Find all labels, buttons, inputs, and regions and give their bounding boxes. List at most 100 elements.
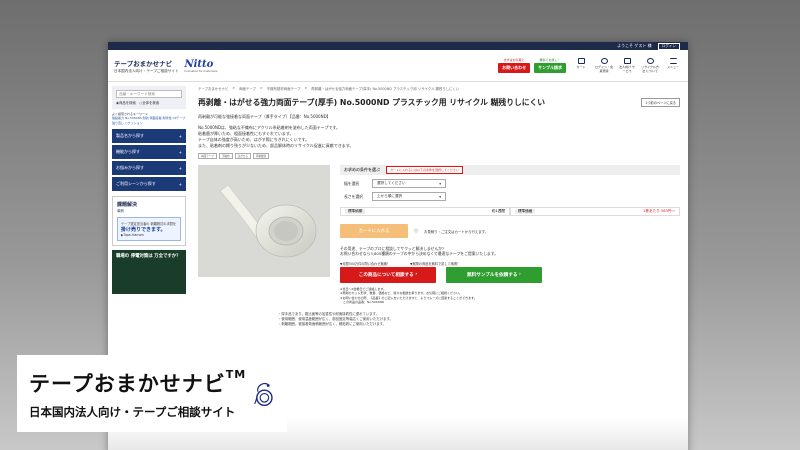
caret-down-icon: ▾ [439, 181, 441, 186]
site-header: テープおまかせナビ 日本国内法人向け・テープご相談サイト Nitto Innov… [108, 50, 688, 82]
credit-banner[interactable]: テープ選定担当者の 剥離検討の手間を 掛け売りできます。 ▶Tape-Hanse… [117, 217, 181, 242]
sidebar-item-scene[interactable]: ご利用シーンから探す + [112, 177, 186, 192]
header-icon-label: リサイクル方法 について [641, 65, 659, 73]
back-button[interactable]: 1つ前のページに戻る [641, 98, 680, 107]
product-image [198, 165, 330, 277]
width-select-value: 選択してください [377, 181, 406, 185]
page-title: 再剥離・はがせる強力両面テープ(厚手) No.5000ND プラスチック用 リサ… [198, 98, 546, 107]
header-menu[interactable]: メニュー [664, 58, 682, 73]
product-content: お求めの条件を選ぶ カートに入れるには以下の条件を選択してください 幅を選択 選… [198, 165, 680, 304]
consult-product-button[interactable]: この商品について相談する › [340, 266, 436, 283]
header-icon-label: ログイン・会員登録 [595, 65, 614, 73]
add-to-cart-button[interactable]: カートに入れる [340, 224, 408, 238]
condition-header: お求めの条件を選ぶ カートに入れるには以下の条件を選択してください [340, 165, 680, 175]
nitto-tagline: Innovation for Customers [184, 69, 218, 73]
site-subtitle: 日本国内法人向け・テープご相談サイト [114, 68, 179, 73]
order-panel: お求めの条件を選ぶ カートに入れるには以下の条件を選択してください 幅を選択 選… [340, 165, 680, 304]
consult-line: お問い合わせなら3,800種類のテープの中から決めなくて最適なテープをご提案いた… [340, 251, 498, 257]
tag[interactable]: はがせる [234, 153, 251, 159]
header-company[interactable]: 法人向け サービス [618, 58, 636, 73]
sidebar-item-function[interactable]: 機能から探す + [112, 145, 186, 160]
feature-list: ・厚手品であり、粗比面等の加重性や耐面接着性に優れています。 ・使用範囲、使用温… [198, 312, 680, 327]
chevron-right-icon: › [519, 272, 521, 278]
width-row: 幅を選択 選択してください ▾ [340, 179, 680, 188]
lead-time-label: 標準納期 [345, 209, 366, 214]
overlay-logo-text: テープおまかせナビTM 日本国内法人向け・テープご相談サイト [29, 368, 246, 420]
plus-icon: + [178, 149, 182, 155]
case-study-title: 課題解決 [117, 202, 138, 209]
header-icons: カート ログイン・会員登録 法人向け サービス リサイクル方法 について メニュ… [572, 58, 682, 73]
sidebar-item-label: 機能から探す [116, 149, 140, 155]
consult-cta-wrap: まずはお気軽に お問い合わせ [498, 58, 531, 73]
product-spec: 再剥離が可能な強接着な両面テープ（厚手タイプ）【品番：No.5000ND】 [198, 114, 331, 119]
request-sample-button[interactable]: 無料サンプルを依頼する › [446, 266, 542, 283]
tag[interactable]: 両面テープ [198, 153, 217, 159]
condition-note: カートに入れるには以下の条件を選択してください [386, 166, 463, 174]
breadcrumb-sep: > [304, 86, 308, 90]
consult-label: ▼月間500万件の問い合わせ実績！ [340, 261, 390, 266]
header-recycle[interactable]: リサイクル方法 について [641, 58, 659, 73]
header-icon-label: 法人向け サービス [619, 65, 635, 73]
consult-product-label: この商品について相談する [358, 272, 414, 278]
login-button[interactable]: ログイン [657, 42, 680, 50]
overlay-logo-card: テープおまかせナビTM 日本国内法人向け・テープご相談サイト [17, 355, 287, 432]
tape-mascot-icon [254, 382, 273, 406]
condition-title: お求めの条件を選ぶ [344, 167, 380, 172]
caret-down-icon: ▾ [439, 194, 441, 199]
length-row: 長さを選択 上から順に選択 ▾ [340, 192, 680, 201]
sample-cta-note: 無料でお試し！ [539, 58, 561, 62]
chevron-right-icon: › [415, 272, 418, 278]
breadcrumb-double-sided[interactable]: 両面テープ [239, 86, 256, 91]
tag[interactable]: 不織布 [218, 153, 233, 159]
case-study-sub: 事例 [117, 209, 124, 214]
product-tags: 両面テープ 不織布 はがせる 再剥離性 [198, 153, 680, 159]
credit-banner-big: 掛け売りできます。 [121, 227, 166, 234]
site-title: テープおまかせナビ [114, 59, 173, 68]
login-icon [600, 58, 608, 64]
site-logo[interactable]: テープおまかせナビ 日本国内法人向け・テープご相談サイト [114, 58, 178, 74]
sidebar-item-label: お悩みから探す [116, 165, 144, 171]
cart-row: カートに入れる ⓘ お見積り・ご注文はカートから行えます。 [340, 224, 680, 238]
nitto-logo[interactable]: Nitto [184, 59, 217, 70]
dual-labels: ▼月間500万件の問い合わせ実績！ ▼実際の商品を無料で試して納得！ [340, 261, 680, 266]
popular-keywords: よく検索されるキーワード 強粘着力 No.5000NS 耐熱 両面接着 耐寒性 … [112, 112, 186, 125]
price: 標準価格 1巻あたり 563円〜 [510, 207, 680, 216]
length-select[interactable]: 上から順に選択 ▾ [372, 192, 446, 201]
lead-time: 標準納期 約1週間 [340, 207, 510, 216]
price-label: 標準価格 [515, 209, 536, 214]
credit-banner-foot: ▶Tape-Hansen [121, 233, 144, 238]
price-value: 1巻あたり 563円〜 [643, 209, 675, 213]
header-sample-button[interactable]: サンプル請求 [534, 63, 566, 73]
plus-icon: + [178, 181, 182, 187]
product-description: 再剥離が可能な強接着な両面テープ（厚手タイプ）【品番：No.5000ND】 No… [198, 114, 680, 149]
search-input[interactable]: 品番・キーワード検索 [116, 90, 182, 98]
sample-cta-wrap: 無料でお試し！ サンプル請求 [534, 58, 566, 73]
breadcrumb-nonwoven[interactable]: 不織布基材両面テープ [267, 86, 301, 91]
overlay-title: テープおまかせナビTM [29, 368, 246, 398]
trademark-mark: TM [225, 367, 247, 381]
cart-icon [577, 58, 585, 64]
consult-notes: ※当日〜2営業日でご連絡します。 ※現場のカット形状、数量、価格など、様々な相談… [340, 287, 680, 305]
header-icon-label: カート [576, 65, 586, 69]
blackout-banner[interactable]: 職場の 停電対策は 万全ですか？ [112, 250, 186, 295]
length-label: 長さを選択 [344, 193, 363, 199]
width-select[interactable]: 選択してください ▾ [372, 179, 446, 188]
desc-line: また、粘着剤の糊り残りが少ないため、部品解体時のリサイクル促進に貢献できます。 [198, 143, 354, 148]
header-consult-button[interactable]: お問い合わせ [498, 63, 531, 73]
sidebar: 品番・キーワード検索 ◉商品を検索 ○全体を検索 よく検索されるキーワード 強粘… [108, 82, 190, 332]
header-login[interactable]: ログイン・会員登録 [595, 58, 613, 73]
popular-keywords-links[interactable]: 強粘着力 No.5000NS 耐熱 両面接着 耐寒性 CPテープ 貼り直し ○ク… [112, 116, 186, 125]
sidebar-item-problem[interactable]: お悩みから探す + [112, 161, 186, 176]
case-study-banner[interactable]: 課題解決 事例 テープ選定担当者の 剥離検討の手間を 掛け売りできます。 ▶Ta… [112, 196, 186, 247]
sidebar-item-label: 製品名から探す [116, 133, 144, 139]
tag[interactable]: 再剥離性 [252, 153, 270, 159]
header-cart[interactable]: カート [572, 58, 590, 73]
menu-icon [669, 58, 677, 64]
note-line: この商品の品番：No.5000ND [340, 300, 385, 305]
welcome-text: ようこそ ゲスト 様 [617, 43, 652, 48]
sidebar-search: 品番・キーワード検索 ◉商品を検索 ○全体を検索 [112, 86, 186, 109]
cart-note: お見積り・ご注文はカートから行えます。 [424, 229, 489, 234]
sidebar-item-product-name[interactable]: 製品名から探す + [112, 129, 186, 144]
breadcrumb-home[interactable]: テープおまかせナビ [198, 86, 228, 91]
search-scope-radio[interactable]: ◉商品を検索 ○全体を検索 [116, 100, 182, 105]
